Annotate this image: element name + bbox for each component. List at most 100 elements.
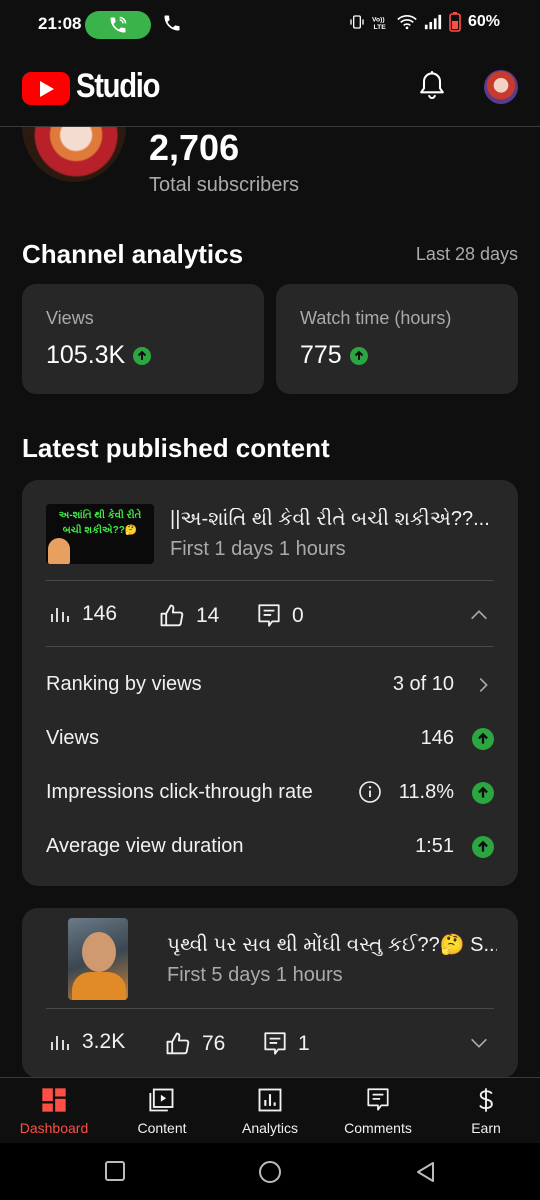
detail-label: Impressions click-through rate [46, 781, 313, 803]
trend-up-icon [133, 346, 152, 365]
detail-label: Views [46, 727, 99, 749]
nav-analytics[interactable]: Analytics [216, 1078, 324, 1144]
nav-dashboard[interactable]: Dashboard [0, 1078, 108, 1144]
nav-content[interactable]: Content [108, 1078, 216, 1144]
nav-label: Content [137, 1120, 187, 1136]
recent-apps-icon[interactable] [104, 1160, 126, 1182]
detail-value: 146 [420, 727, 454, 749]
detail-value: 11.8% [398, 781, 454, 803]
system-navigation-bar [0, 1143, 540, 1200]
stat-label: Watch time (hours) [300, 308, 452, 328]
svg-text:Vo)): Vo)) [372, 16, 385, 23]
divider [46, 580, 494, 581]
studio-logo-text: Studio [76, 67, 161, 105]
nav-label: Analytics [241, 1120, 299, 1136]
trend-up-icon [472, 728, 494, 750]
battery-percent: 60% [467, 13, 500, 30]
channel-analytics-heading: Channel analytics [22, 239, 244, 269]
chevron-down-icon[interactable] [468, 1032, 490, 1054]
youtube-logo-icon [22, 72, 70, 105]
content-card[interactable]: અ-શાંતિ થી કેવી રીતે બચી શકીએ??🤔 ||અ-શાં… [22, 480, 518, 886]
bottom-navigation: Dashboard Content Analytics Comments Ear… [0, 1077, 540, 1143]
thumbnail-figure [48, 538, 70, 564]
nav-comments[interactable]: Comments [324, 1078, 432, 1144]
comments-icon [367, 1088, 389, 1111]
nav-earn[interactable]: Earn [432, 1078, 540, 1144]
detail-label: Average view duration [46, 835, 244, 857]
detail-value: 1:51 [415, 835, 454, 857]
likes-count: 76 [202, 1032, 226, 1055]
notifications-bell-icon[interactable] [418, 70, 446, 102]
dashboard-icon [42, 1088, 66, 1112]
views-stat-card[interactable]: Views 105.3K [22, 284, 264, 394]
video-thumbnail[interactable]: અ-શાંતિ થી કેવી રીતે બચી શકીએ??🤔 [46, 504, 154, 564]
active-call-pill[interactable] [85, 11, 151, 39]
info-icon[interactable] [358, 780, 382, 804]
content-icon [149, 1088, 174, 1112]
bar-chart-icon [51, 608, 69, 622]
app-bar: Studio [0, 50, 540, 127]
thumbnail-face [82, 932, 116, 972]
thumbs-up-icon [166, 1032, 190, 1055]
status-bar: 21:08 Vo)) LTE 60% [0, 0, 540, 50]
chevron-up-icon[interactable] [468, 604, 490, 626]
ctr-row: Impressions click-through rate 11.8% [46, 778, 494, 808]
divider [46, 646, 494, 647]
latest-content-heading: Latest published content [22, 433, 330, 463]
trend-up-icon [349, 346, 368, 365]
avg-duration-row: Average view duration 1:51 [46, 832, 494, 862]
watch-time-stat-card[interactable]: Watch time (hours) 775 [276, 284, 518, 394]
status-time: 21:08 [38, 14, 82, 33]
views-metric: 146 [48, 602, 117, 626]
wifi-icon [397, 15, 417, 30]
comments-count: 0 [292, 604, 304, 627]
ranking-row[interactable]: Ranking by views 3 of 10 [46, 670, 494, 700]
stat-label: Views [46, 308, 94, 328]
comments-metric: 0 [256, 602, 304, 630]
comments-metric: 1 [262, 1030, 310, 1058]
nav-label: Dashboard [19, 1120, 89, 1136]
video-title[interactable]: ||અ-શાંતિ થી કેવી રીતે બચી શકીએ??... [170, 508, 500, 531]
account-avatar[interactable] [484, 70, 518, 104]
views-metric: 3.2K [48, 1030, 125, 1054]
phone-icon [164, 15, 180, 31]
video-title[interactable]: પૃથ્વી પર સવ થી મોંઘી વસ્તુ કઈ??🤔 S... [167, 932, 497, 957]
trend-up-icon [472, 782, 494, 804]
subscriber-label: Total subscribers [149, 174, 300, 196]
analytics-period: Last 28 days [415, 244, 518, 264]
thumbs-up-icon [160, 604, 184, 627]
video-age: First 1 days 1 hours [170, 538, 346, 560]
comment-icon [264, 1032, 286, 1055]
detail-label: Ranking by views [46, 673, 202, 695]
svg-text:LTE: LTE [373, 24, 386, 30]
views-count: 146 [82, 602, 118, 625]
nav-label: Earn [471, 1120, 501, 1136]
stat-value: 775 [300, 341, 342, 369]
bar-chart-icon [51, 1036, 69, 1050]
divider [46, 1008, 494, 1009]
views-row: Views 146 [46, 724, 494, 754]
comments-count: 1 [298, 1032, 310, 1055]
likes-count: 14 [196, 604, 220, 627]
views-count: 3.2K [82, 1030, 126, 1053]
battery-saver-icon [449, 12, 461, 32]
vibrate-icon [350, 15, 364, 29]
likes-metric: 76 [164, 1030, 225, 1058]
thumbnail-text: અ-શાંતિ થી કેવી રીતે બચી શકીએ??🤔 [58, 510, 142, 536]
nav-label: Comments [344, 1120, 412, 1136]
thumbnail-robe [72, 972, 126, 1000]
chevron-right-icon [479, 677, 488, 693]
stat-value: 105.3K [46, 341, 126, 369]
trend-up-icon [472, 836, 494, 858]
earn-icon [479, 1088, 493, 1112]
signal-icon [424, 14, 442, 30]
home-icon[interactable] [258, 1160, 282, 1184]
content-card[interactable]: પૃથ્વી પર સવ થી મોંઘી વસ્તુ કઈ??🤔 S... F… [22, 908, 518, 1078]
subscriber-count: 2,706 [149, 127, 240, 168]
volte-icon: Vo))LTE [372, 16, 386, 30]
wifi-call-icon [110, 16, 127, 33]
back-icon[interactable] [414, 1160, 436, 1184]
video-thumbnail[interactable] [68, 918, 128, 1000]
detail-value: 3 of 10 [392, 673, 454, 695]
likes-metric: 14 [158, 602, 219, 630]
